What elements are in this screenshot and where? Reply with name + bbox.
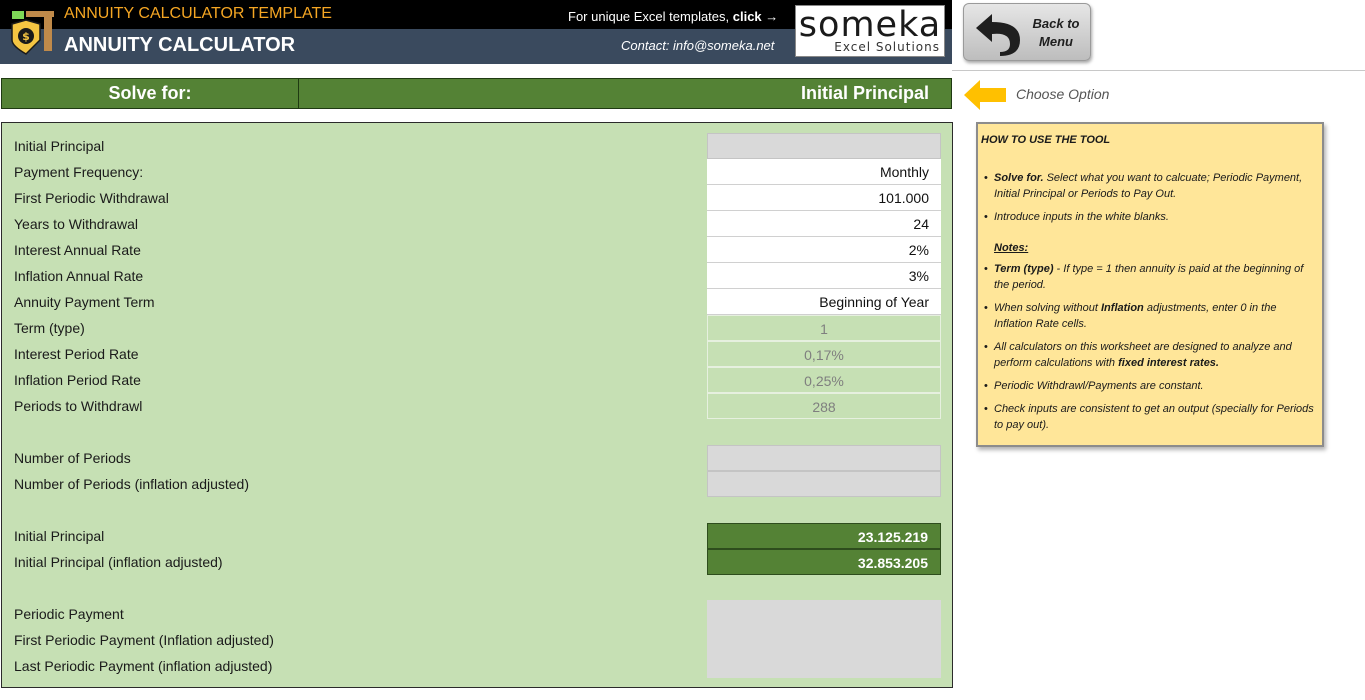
notes-heading: Notes: (994, 242, 1029, 254)
brand-logo[interactable]: someka Excel Solutions (795, 5, 945, 57)
solve-for-bar: Solve for: Initial Principal (1, 78, 952, 109)
initial-principal-input (707, 133, 941, 159)
interest-annual-rate-label: Interest Annual Rate (14, 242, 141, 258)
inflation-annual-rate-label: Inflation Annual Rate (14, 268, 144, 284)
initial-principal-label: Initial Principal (14, 138, 105, 154)
notes-list: Term (type) - If type = 1 then annuity i… (981, 261, 1318, 433)
first-withdrawal-label: First Periodic Withdrawal (14, 190, 169, 206)
initial-principal-inflation-label: Initial Principal (inflation adjusted) (14, 554, 223, 570)
initial-principal-result: 23.125.219 (707, 523, 941, 549)
note-bold: Term (type) (994, 263, 1054, 275)
number-of-periods-label: Number of Periods (14, 450, 131, 466)
interest-period-rate-value: 0,17% (707, 341, 941, 367)
app-header: $ ANNUITY CALCULATOR TEMPLATE ANNUITY CA… (0, 0, 952, 64)
inflation-period-rate-value: 0,25% (707, 367, 941, 393)
annuity-payment-term-label: Annuity Payment Term (14, 294, 155, 310)
undo-arrow-icon (976, 14, 1020, 56)
contact-email[interactable]: Contact: info@someka.net (621, 38, 774, 53)
how-to-bold: Solve for. (994, 172, 1044, 184)
number-of-periods-inflation-value (707, 471, 941, 497)
how-to-item: Solve for. Select what you want to calcu… (981, 170, 1318, 202)
last-periodic-payment-label: Last Periodic Payment (inflation adjuste… (14, 658, 273, 674)
note-item: Check inputs are consistent to get an ou… (981, 401, 1318, 433)
inflation-annual-rate-input[interactable]: 3% (707, 263, 941, 289)
promo-link[interactable]: click → (733, 9, 779, 24)
note-text: Check inputs are consistent to get an ou… (994, 403, 1314, 431)
how-to-item: Introduce inputs in the white blanks. (981, 209, 1318, 225)
promo-label: For unique Excel templates, (568, 9, 733, 24)
initial-principal-result-label: Initial Principal (14, 528, 105, 544)
note-item: Periodic Withdrawl/Payments are constant… (981, 378, 1318, 394)
interest-annual-rate-input[interactable]: 2% (707, 237, 941, 263)
money-shield-icon: $ (11, 11, 54, 55)
how-to-text: Introduce inputs in the white blanks. (994, 211, 1169, 223)
how-to-list: Solve for. Select what you want to calcu… (981, 170, 1318, 225)
initial-principal-inflation-result: 32.853.205 (707, 549, 941, 575)
app-title: ANNUITY CALCULATOR (64, 34, 296, 56)
how-to-use-note: HOW TO USE THE TOOL Solve for. Select wh… (976, 122, 1324, 447)
note-bold: Inflation (1101, 302, 1144, 314)
brand-tagline: Excel Solutions (834, 40, 940, 54)
back-to-menu-label: Back to Menu (1032, 16, 1080, 49)
note-item: Term (type) - If type = 1 then annuity i… (981, 261, 1318, 293)
number-of-periods-inflation-label: Number of Periods (inflation adjusted) (14, 476, 250, 492)
choose-option-hint: Choose Option (1016, 86, 1110, 102)
first-periodic-payment-label: First Periodic Payment (Inflation adjust… (14, 632, 274, 648)
number-of-periods-value (707, 445, 941, 471)
interest-period-rate-label: Interest Period Rate (14, 346, 139, 362)
note-item: All calculators on this worksheet are de… (981, 339, 1318, 371)
note-text: When solving without (994, 302, 1101, 314)
first-withdrawal-input[interactable]: 101.000 (707, 185, 941, 211)
note-text: Periodic Withdrawl/Payments are constant… (994, 380, 1204, 392)
inflation-period-rate-label: Inflation Period Rate (14, 372, 141, 388)
note-item: When solving without Inflation adjustmen… (981, 300, 1318, 332)
back-to-menu-button[interactable]: Back to Menu (963, 3, 1091, 61)
term-type-value: 1 (707, 315, 941, 341)
brand-name: someka (798, 5, 942, 45)
calculator-panel: Initial Principal Payment Frequency: Mon… (1, 122, 953, 688)
solve-for-label: Solve for: (2, 79, 299, 108)
periodic-payment-label: Periodic Payment (14, 606, 124, 622)
payment-frequency-select[interactable]: Monthly (707, 159, 941, 185)
app-subtitle: ANNUITY CALCULATOR TEMPLATE (64, 5, 332, 22)
years-to-withdrawal-input[interactable]: 24 (707, 211, 941, 237)
solve-for-dropdown[interactable]: Initial Principal (300, 79, 951, 108)
years-to-withdrawal-label: Years to Withdrawal (14, 216, 138, 232)
periods-to-withdrawl-label: Periods to Withdrawl (14, 398, 143, 414)
note-bold: fixed interest rates. (1118, 357, 1219, 369)
promo-text: For unique Excel templates, click → (568, 9, 778, 24)
annuity-payment-term-select[interactable]: Beginning of Year (707, 289, 941, 315)
term-type-label: Term (type) (14, 320, 85, 336)
how-to-title: HOW TO USE THE TOOL (981, 134, 1111, 146)
divider (952, 70, 1365, 71)
svg-text:$: $ (22, 30, 30, 43)
periods-to-withdrawl-value: 288 (707, 393, 941, 419)
payment-frequency-label: Payment Frequency: (14, 164, 144, 180)
payment-results-block (707, 600, 941, 678)
arrow-left-icon (964, 80, 1006, 110)
